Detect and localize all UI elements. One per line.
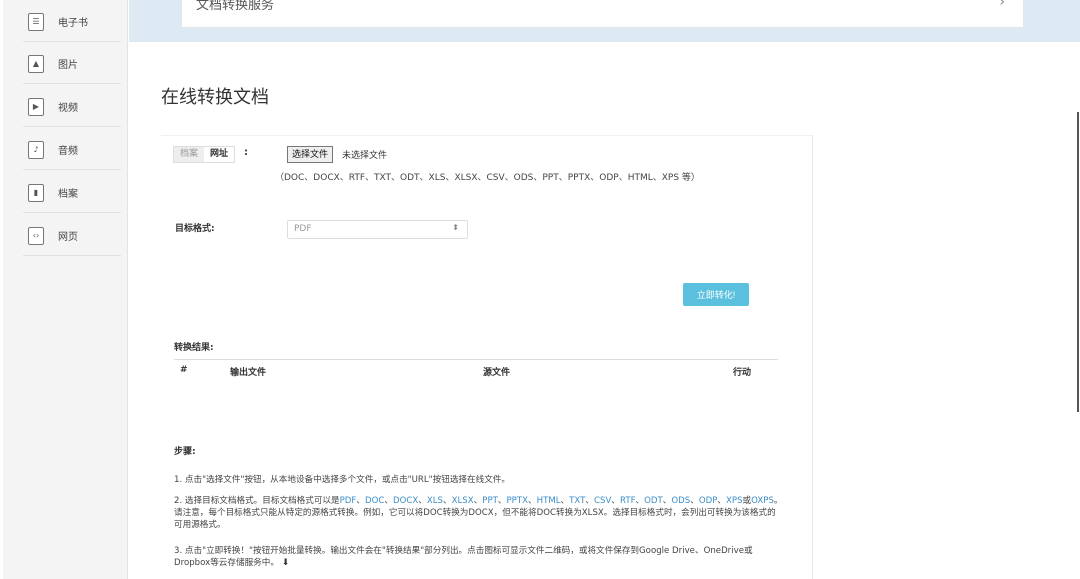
results-table: # 输出文件 源文件 行动 <box>174 359 778 378</box>
chevron-right-icon: › <box>999 0 1005 10</box>
step-2-or: 或 <box>742 496 752 506</box>
step-2-prefix: 2. 选择目标文档格式。目标文档格式可以是 <box>174 496 340 506</box>
select-arrows-icon: ⬍ <box>452 223 459 232</box>
sidebar-item-ebook[interactable]: ☰ 电子书 <box>23 2 121 42</box>
choose-file-button[interactable]: 选择文件 <box>287 146 334 163</box>
video-icon: ▶ <box>28 97 44 116</box>
results-label: 转换结果: <box>174 343 214 353</box>
ebook-icon: ☰ <box>28 12 44 31</box>
sidebar-item-archive[interactable]: ▮ 档案 <box>23 173 121 213</box>
step-3-text: 3. 点击"立即转换！"按钮开始批量转换。输出文件会在"转换结果"部分列出。点击… <box>174 546 753 568</box>
service-title: 文档转换服务 <box>196 0 275 13</box>
format-link-odp[interactable]: ODP <box>699 496 718 506</box>
webpage-icon: ‹› <box>28 226 44 245</box>
top-banner: 文档转换服务 › <box>129 0 1080 42</box>
page-title: 在线转换文档 <box>161 87 269 108</box>
sidebar-item-label: 视频 <box>58 103 78 114</box>
steps-label: 步骤: <box>174 447 196 457</box>
tab-url[interactable]: 网址 <box>204 147 235 162</box>
sidebar-item-audio[interactable]: ♪ 音频 <box>23 130 121 170</box>
tab-file[interactable]: 档案 <box>174 147 204 162</box>
column-header-action: 行动 <box>733 368 752 378</box>
column-header-output-file: 输出文件 <box>230 368 267 378</box>
format-link-ods[interactable]: ODS <box>671 496 690 506</box>
format-link-html[interactable]: HTML <box>537 496 561 506</box>
format-link-rtf[interactable]: RTF <box>620 496 636 506</box>
format-link-oxps[interactable]: OXPS <box>751 496 774 506</box>
step-1: 1. 点击"选择文件"按钮，从本地设备中选择多个文件，或点击"URL"按钮选择在… <box>174 475 510 485</box>
step-3: 3. 点击"立即转换！"按钮开始批量转换。输出文件会在"转换结果"部分列出。点击… <box>174 545 784 569</box>
step-2: 2. 选择目标文档格式。目标文档格式可以是PDF、DOC、DOCX、XLS、XL… <box>174 496 783 530</box>
format-link-doc[interactable]: DOC <box>365 496 384 506</box>
format-link-xls[interactable]: XLS <box>427 496 443 506</box>
audio-icon: ♪ <box>28 140 44 159</box>
column-header-index: # <box>180 365 188 375</box>
source-tabs: 档案 网址 <box>173 146 236 163</box>
format-link-ppt[interactable]: PPT <box>482 496 498 506</box>
service-dropdown[interactable]: 文档转换服务 › <box>181 0 1024 28</box>
archive-icon: ▮ <box>28 183 44 202</box>
target-format-value: PDF <box>294 224 312 234</box>
format-link-txt[interactable]: TXT <box>569 496 585 506</box>
format-link-docx[interactable]: DOCX <box>393 496 418 506</box>
sidebar-item-label: 电子书 <box>58 18 88 29</box>
sidebar-item-label: 档案 <box>58 189 78 200</box>
supported-formats-hint: （DOC、DOCX、RTF、TXT、ODT、XLS、XLSX、CSV、ODS、P… <box>275 173 700 183</box>
format-link-pdf[interactable]: PDF <box>340 496 357 506</box>
sidebar-item-image[interactable]: ▲ 图片 <box>23 44 121 84</box>
sidebar-item-webpage[interactable]: ‹› 网页 <box>23 216 121 256</box>
target-format-select[interactable]: PDF ⬍ <box>287 220 468 239</box>
image-icon: ▲ <box>28 54 44 73</box>
format-link-csv[interactable]: CSV <box>594 496 611 506</box>
sidebar-item-label: 音频 <box>58 146 78 157</box>
source-colon: : <box>244 147 248 158</box>
sidebar-item-label: 图片 <box>58 60 78 71</box>
format-link-odt[interactable]: ODT <box>644 496 663 506</box>
column-header-source-file: 源文件 <box>483 368 511 378</box>
download-icon: ⬇ <box>281 558 290 568</box>
sidebar-item-label: 网页 <box>58 232 78 243</box>
format-link-xlsx[interactable]: XLSX <box>452 496 474 506</box>
target-format-label: 目标格式: <box>175 224 215 234</box>
sidebar-item-video[interactable]: ▶ 视频 <box>23 87 121 127</box>
convert-now-button[interactable]: 立即转化! <box>683 283 749 306</box>
file-status: 未选择文件 <box>342 151 388 161</box>
scrollbar[interactable] <box>1077 112 1079 412</box>
sidebar: ☰ 电子书 ▲ 图片 ▶ 视频 ♪ 音频 ▮ 档案 ‹› 网页 <box>3 0 128 579</box>
format-link-pptx[interactable]: PPTX <box>507 496 529 506</box>
format-link-xps[interactable]: XPS <box>726 496 743 506</box>
